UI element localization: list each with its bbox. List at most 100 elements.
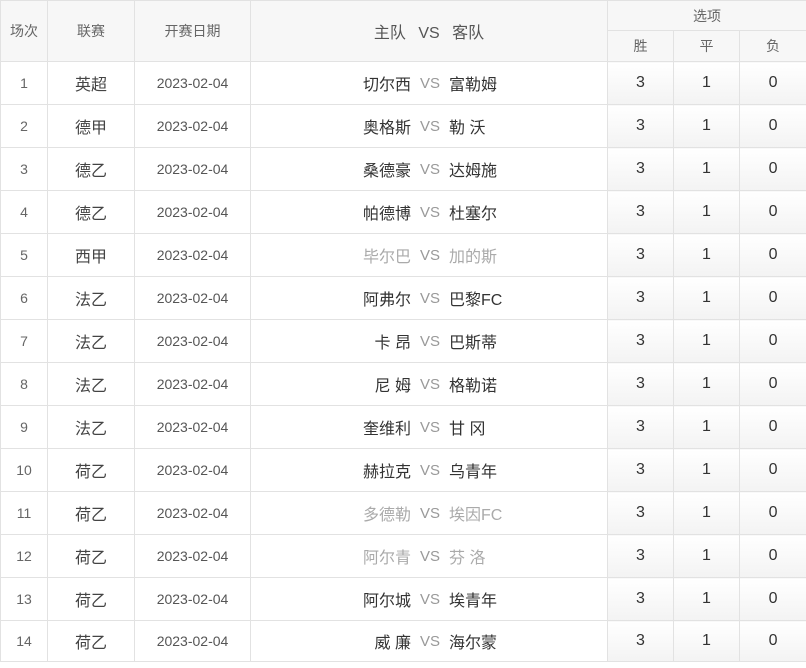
away-team: 海尔蒙	[449, 635, 498, 652]
option-draw-button[interactable]: 1	[673, 276, 740, 320]
option-loss-button[interactable]: 0	[738, 577, 806, 621]
table-row: 2 德甲 2023-02-04 奥格斯 VS 勒 沃 310	[0, 104, 806, 148]
option-loss-button[interactable]: 0	[738, 620, 806, 662]
home-team: 阿尔城	[362, 593, 411, 610]
match-number: 5	[0, 233, 48, 277]
vs-label: VS	[419, 590, 440, 608]
match-number: 4	[0, 190, 48, 234]
league-name: 荷乙	[47, 620, 135, 662]
option-draw-button[interactable]: 1	[673, 491, 740, 535]
league-name: 荷乙	[47, 448, 135, 492]
away-team: 埃青年	[449, 593, 498, 610]
option-win-button[interactable]: 3	[607, 620, 674, 662]
match-teams: 切尔西 VS 富勒姆	[250, 61, 608, 105]
match-teams: 阿弗尔 VS 巴黎FC	[250, 276, 608, 320]
header-home: 主队	[373, 25, 406, 42]
match-teams: 赫拉克 VS 乌青年	[250, 448, 608, 492]
header-win: 胜	[607, 30, 674, 62]
match-teams: 毕尔巴 VS 加的斯	[250, 233, 608, 277]
away-team: 达姆施	[449, 163, 498, 180]
option-loss-button[interactable]: 0	[738, 276, 806, 320]
option-loss-button[interactable]: 0	[738, 319, 806, 363]
league-name: 西甲	[47, 233, 135, 277]
option-loss-button[interactable]: 0	[738, 362, 806, 406]
option-win-button[interactable]: 3	[607, 448, 674, 492]
home-team: 赫拉克	[362, 464, 411, 481]
match-date: 2023-02-04	[134, 61, 251, 105]
option-draw-button[interactable]: 1	[673, 577, 740, 621]
match-date: 2023-02-04	[134, 405, 251, 449]
option-draw-button[interactable]: 1	[673, 147, 740, 191]
match-table: 场次 联赛 开赛日期 主队 VS 客队 选项 胜 平 负 1 英超 2023-02-…	[0, 0, 806, 662]
vs-label: VS	[419, 160, 440, 178]
option-draw-button[interactable]: 1	[673, 534, 740, 578]
option-win-button[interactable]: 3	[607, 104, 674, 148]
vs-label: VS	[419, 332, 440, 350]
option-win-button[interactable]: 3	[607, 319, 674, 363]
table-header: 场次 联赛 开赛日期 主队 VS 客队 选项 胜 平 负	[0, 0, 806, 62]
vs-label: VS	[419, 632, 440, 650]
option-draw-button[interactable]: 1	[673, 319, 740, 363]
home-team: 阿弗尔	[362, 292, 411, 309]
option-win-button[interactable]: 3	[607, 577, 674, 621]
match-date: 2023-02-04	[134, 362, 251, 406]
match-date: 2023-02-04	[134, 577, 251, 621]
option-win-button[interactable]: 3	[607, 491, 674, 535]
option-win-button[interactable]: 3	[607, 147, 674, 191]
vs-label: VS	[419, 461, 440, 479]
away-team: 加的斯	[449, 249, 498, 266]
table-row: 4 德乙 2023-02-04 帕德博 VS 杜塞尔 3 1 0	[0, 190, 806, 234]
vs-label: VS	[419, 117, 440, 135]
header-match: 主队 VS 客队	[250, 0, 608, 62]
option-win-button[interactable]: 3	[607, 190, 674, 234]
away-team: 勒 沃	[449, 120, 486, 137]
home-team: 奥格斯	[362, 120, 411, 137]
header-options: 选项	[606, 0, 806, 31]
vs-label: VS	[419, 547, 440, 565]
match-number: 10	[0, 448, 48, 492]
header-league: 联赛	[47, 0, 135, 62]
match-number: 13	[0, 577, 48, 621]
option-draw-button[interactable]: 1	[673, 362, 740, 406]
match-number: 1	[0, 61, 48, 105]
match-date: 2023-02-04	[134, 233, 251, 277]
option-win-button[interactable]: 3	[607, 276, 674, 320]
away-team: 巴斯蒂	[449, 335, 498, 352]
option-loss-button[interactable]: 0	[738, 190, 806, 234]
option-loss-button[interactable]: 0	[738, 448, 806, 492]
option-draw-button[interactable]: 1	[673, 104, 740, 148]
option-loss-button[interactable]: 0	[738, 233, 806, 277]
match-teams: 奥格斯 VS 勒 沃	[250, 104, 608, 148]
away-team: 富勒姆	[449, 77, 498, 94]
option-win-button[interactable]: 3	[607, 233, 674, 277]
away-team: 巴黎FC	[449, 292, 503, 309]
league-name: 荷乙	[47, 577, 135, 621]
option-loss-button[interactable]: 0	[738, 405, 806, 449]
option-win-button[interactable]: 3	[607, 61, 674, 105]
match-teams: 威 廉 VS 海尔蒙	[250, 620, 608, 662]
header-vs: VS	[418, 25, 440, 42]
vs-label: VS	[419, 504, 440, 522]
option-win-button[interactable]: 3	[607, 534, 674, 578]
option-loss-button[interactable]: 0	[738, 534, 806, 578]
option-loss-button[interactable]: 0	[738, 491, 806, 535]
option-win-button[interactable]: 3	[607, 362, 674, 406]
option-draw-button[interactable]: 1	[673, 405, 740, 449]
option-draw-button[interactable]: 1	[673, 190, 740, 234]
league-name: 英超	[47, 61, 135, 105]
vs-label: VS	[419, 203, 440, 221]
option-draw-button[interactable]: 1	[673, 448, 740, 492]
vs-label: VS	[419, 375, 440, 393]
option-loss-button[interactable]: 0	[738, 61, 806, 105]
table-row: 14 荷乙 2023-02-04 威 廉 VS 海尔蒙 3 1 0	[0, 620, 806, 662]
away-team: 杜塞尔	[449, 206, 498, 223]
option-loss-button[interactable]: 0	[738, 147, 806, 191]
header-date: 开赛日期	[134, 0, 251, 62]
match-teams: 帕德博 VS 杜塞尔	[250, 190, 608, 234]
option-draw-button[interactable]: 1	[673, 233, 740, 277]
match-teams: 桑德豪 VS 达姆施	[250, 147, 608, 191]
option-draw-button[interactable]: 1	[673, 61, 740, 105]
option-loss-button[interactable]: 0	[738, 104, 806, 148]
option-win-button[interactable]: 3	[607, 405, 674, 449]
option-draw-button[interactable]: 1	[673, 620, 740, 662]
